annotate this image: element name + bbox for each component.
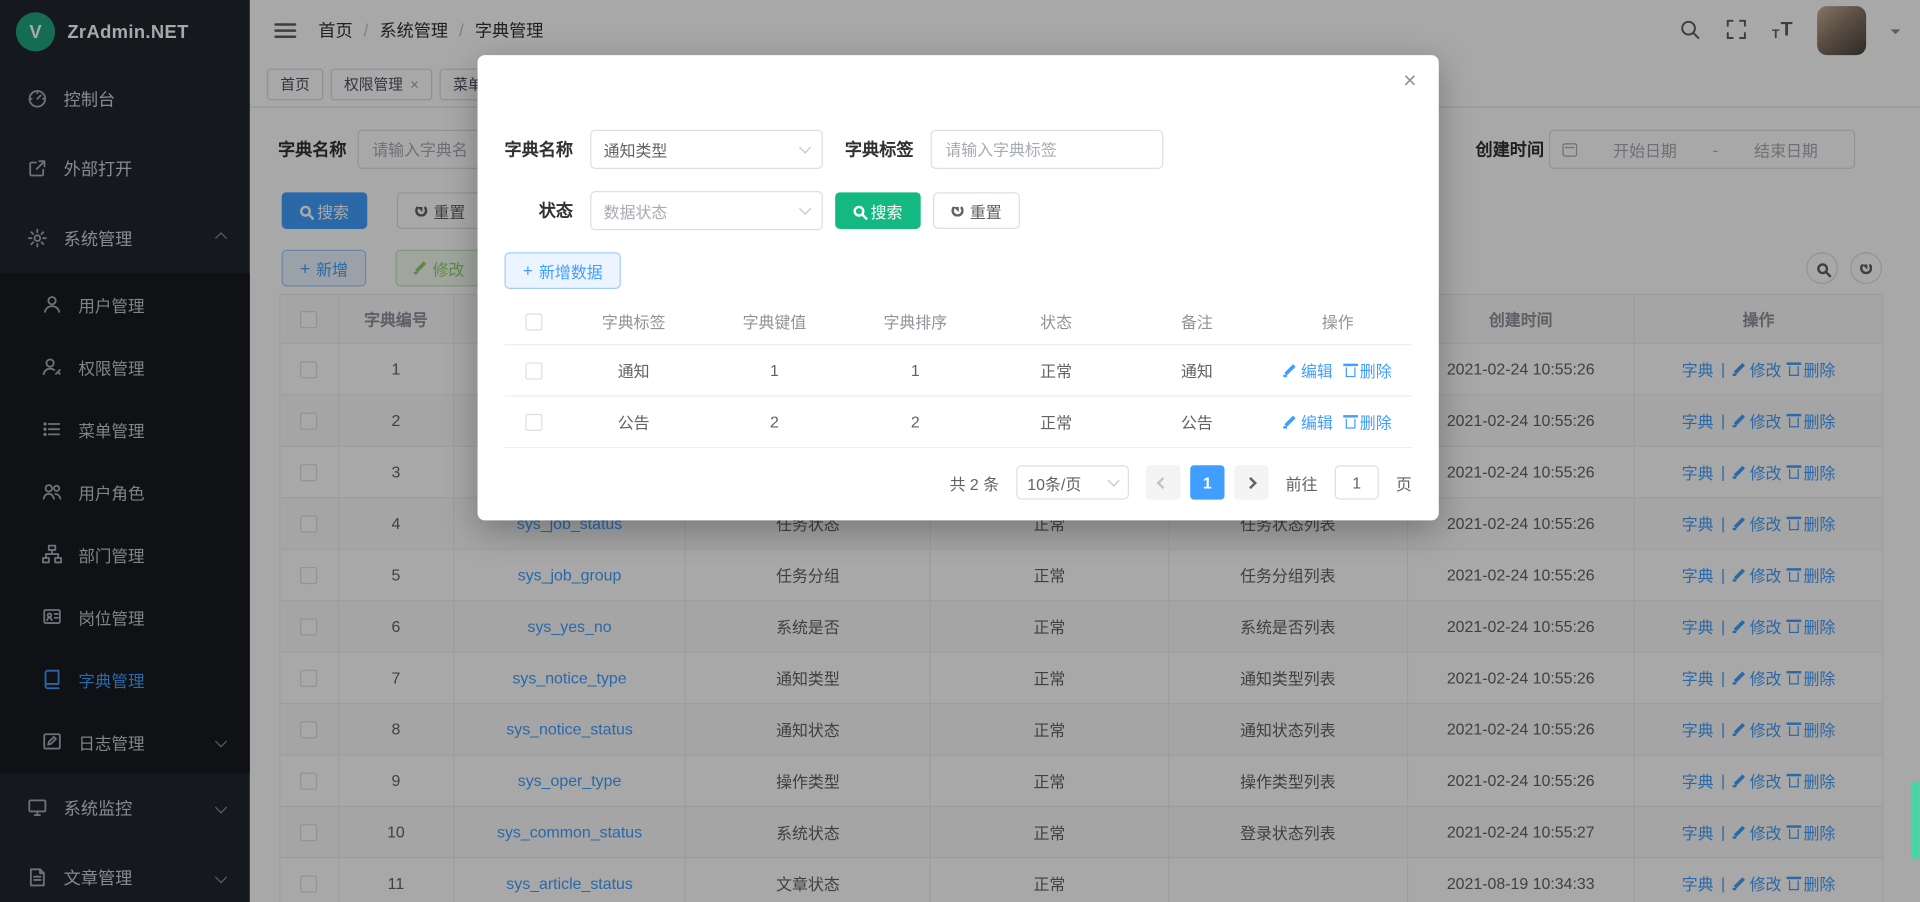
current-page-button[interactable]: 1 <box>1190 465 1224 499</box>
cell-dict-value: 1 <box>704 361 845 379</box>
edit-link[interactable]: 编辑 <box>1284 359 1333 382</box>
chevron-down-icon <box>799 203 811 215</box>
dialog-dict-label-label: 字典标签 <box>845 137 914 161</box>
app-root: V ZrAdmin.NET 控制台 外部打开 系统管理 <box>0 0 1920 902</box>
goto-page-input[interactable] <box>1335 465 1379 499</box>
chevron-down-icon <box>1108 475 1120 487</box>
edit-link[interactable]: 编辑 <box>1284 410 1333 433</box>
dialog-search-button[interactable]: 搜索 <box>835 192 921 229</box>
cell-dict-sort: 2 <box>845 413 986 431</box>
dialog-dict-name-label: 字典名称 <box>504 137 573 161</box>
table-row: 通知 1 1 正常 通知 编辑 删除 <box>504 345 1411 396</box>
header-dict-sort: 字典排序 <box>845 310 986 333</box>
chevron-left-icon <box>1157 476 1169 488</box>
prev-page-button[interactable] <box>1146 465 1180 499</box>
goto-label: 前往 <box>1286 471 1318 494</box>
next-page-button[interactable] <box>1234 465 1268 499</box>
status-select[interactable]: 数据状态 <box>590 191 823 230</box>
dialog-reset-button[interactable]: 重置 <box>933 192 1020 229</box>
row-checkbox[interactable] <box>525 362 542 379</box>
cell-remark: 通知 <box>1127 359 1268 382</box>
add-dict-data-button[interactable]: + 新增数据 <box>504 252 621 289</box>
header-dict-value: 字典键值 <box>704 310 845 333</box>
cell-dict-value: 2 <box>704 413 845 431</box>
pagination: 共 2 条 10条/页 1 前往 页 <box>504 465 1411 499</box>
dialog-filter-row-2: 状态 数据状态 搜索 重置 <box>504 191 1411 230</box>
goto-unit-label: 页 <box>1396 471 1412 494</box>
select-all-checkbox[interactable] <box>525 313 542 330</box>
table-row: 公告 2 2 正常 公告 编辑 删除 <box>504 397 1411 448</box>
cell-dict-label: 公告 <box>563 410 704 433</box>
edit-icon <box>1284 416 1296 428</box>
cell-status: 正常 <box>986 410 1127 433</box>
refresh-icon <box>951 204 963 216</box>
pagination-total: 共 2 条 <box>950 471 1000 494</box>
header-status: 状态 <box>986 310 1127 333</box>
row-checkbox[interactable] <box>525 413 542 430</box>
delete-icon <box>1345 367 1355 377</box>
dialog-table-header: 字典标签 字典键值 字典排序 状态 备注 操作 <box>504 299 1411 346</box>
delete-link[interactable]: 删除 <box>1345 410 1392 433</box>
dict-name-select[interactable]: 通知类型 <box>590 130 823 169</box>
delete-link[interactable]: 删除 <box>1345 359 1392 382</box>
close-icon[interactable]: × <box>1403 70 1417 93</box>
cell-dict-sort: 1 <box>845 361 986 379</box>
dict-label-input[interactable] <box>931 130 1164 169</box>
cell-status: 正常 <box>986 359 1127 382</box>
dialog-status-label: 状态 <box>504 198 573 222</box>
page-size-select[interactable]: 10条/页 <box>1016 465 1129 499</box>
header-remark: 备注 <box>1127 310 1268 333</box>
plus-icon: + <box>523 262 533 279</box>
scrollbar-thumb[interactable] <box>1911 781 1918 859</box>
dict-data-table: 字典标签 字典键值 字典排序 状态 备注 操作 通知 1 1 正常 通知 编辑 … <box>504 299 1411 448</box>
cell-remark: 公告 <box>1127 410 1268 433</box>
edit-icon <box>1284 364 1296 376</box>
delete-icon <box>1345 419 1355 429</box>
search-icon <box>853 205 864 216</box>
chevron-right-icon <box>1245 476 1257 488</box>
dict-data-dialog: × 字典名称 通知类型 字典标签 状态 数据状态 搜索 重置 <box>478 55 1439 520</box>
header-dict-label: 字典标签 <box>563 310 704 333</box>
cell-dict-label: 通知 <box>563 359 704 382</box>
header-operations: 操作 <box>1267 310 1408 333</box>
dialog-filter-row-1: 字典名称 通知类型 字典标签 <box>504 130 1411 169</box>
chevron-down-icon <box>799 141 811 153</box>
